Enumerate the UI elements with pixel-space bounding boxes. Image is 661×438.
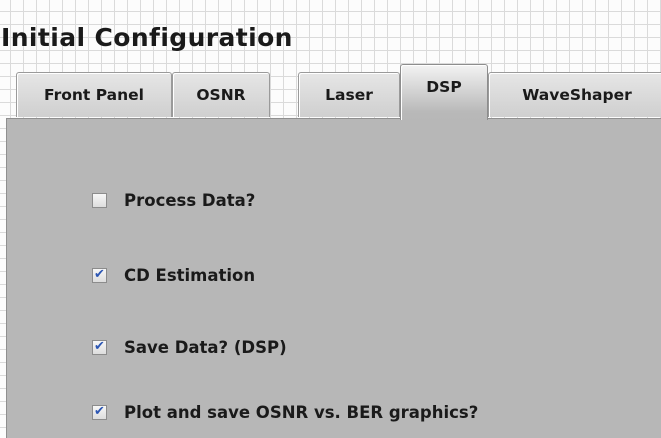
tab-dsp[interactable]: DSP: [400, 64, 488, 120]
check-icon: ✔: [94, 403, 105, 419]
tab-laser[interactable]: Laser: [298, 72, 400, 117]
check-icon: ✔: [94, 266, 105, 282]
plot-osnr-ber-option[interactable]: ✔ Plot and save OSNR vs. BER graphics?: [92, 401, 478, 423]
check-icon: ✔: [94, 338, 105, 354]
save-data-dsp-label: Save Data? (DSP): [124, 337, 287, 357]
cd-estimation-label: CD Estimation: [124, 265, 256, 285]
tab-waveshaper[interactable]: WaveShaper: [488, 72, 661, 117]
cd-estimation-checkbox[interactable]: ✔: [92, 266, 107, 283]
tab-osnr[interactable]: OSNR: [172, 72, 270, 117]
save-data-dsp-option[interactable]: ✔ Save Data? (DSP): [92, 336, 287, 358]
cd-estimation-option[interactable]: ✔ CD Estimation: [92, 264, 255, 286]
page-title: Initial Configuration: [1, 23, 293, 52]
process-data-checkbox[interactable]: [92, 192, 107, 208]
tab-front-panel[interactable]: Front Panel: [16, 72, 172, 117]
save-data-dsp-checkbox[interactable]: ✔: [92, 338, 107, 355]
dsp-tab-panel: Process Data? ✔ CD Estimation ✔ Save Dat…: [6, 118, 661, 438]
plot-osnr-ber-checkbox[interactable]: ✔: [92, 403, 107, 420]
process-data-label: Process Data?: [124, 190, 256, 210]
process-data-option[interactable]: Process Data?: [92, 189, 255, 211]
plot-osnr-ber-label: Plot and save OSNR vs. BER graphics?: [124, 402, 479, 422]
